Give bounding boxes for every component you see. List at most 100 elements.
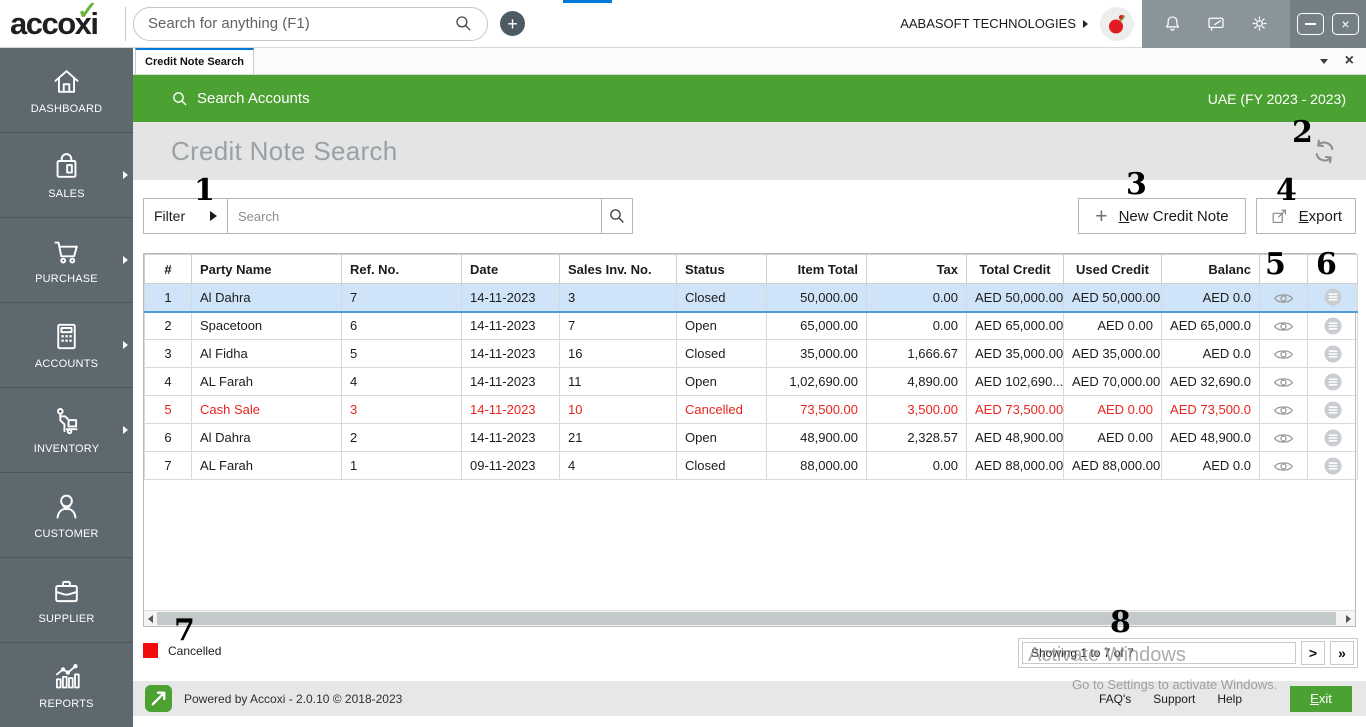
cell-tax: 0.00 [866,283,967,313]
row-actions-menu-button[interactable] [1307,423,1358,452]
global-search[interactable] [133,6,488,41]
faqs-link[interactable]: FAQ's [1099,692,1131,706]
view-credit-note-button[interactable] [1259,451,1308,480]
new-credit-note-button[interactable]: + New Credit Note [1078,198,1246,234]
accoxi-logo: accoxi ✓ [10,0,99,41]
search-accounts-icon [173,91,187,105]
cell-party: Cash Sale [191,395,342,424]
row-actions-menu-button[interactable] [1307,283,1358,313]
credit-note-row[interactable]: 4 AL Farah 4 14-11-2023 11 Open 1,02,690.00 4,8… [144,367,1358,396]
last-page-button[interactable]: » [1330,641,1354,665]
view-credit-note-button[interactable] [1259,367,1308,396]
credit-note-row[interactable]: 2 Spacetoon 6 14-11-2023 7 Open 65,000.00 0.00 A… [144,311,1358,340]
list-search-input[interactable] [228,198,602,234]
page-header: Credit Note Search [133,122,1366,180]
row-actions-menu-button[interactable] [1307,311,1358,340]
row-actions-menu-button[interactable] [1307,395,1358,424]
cell-total_credit: AED 88,000.00 [966,451,1064,480]
cell-used_credit: AED 70,000.00 [1063,367,1162,396]
cell-item_total: 48,900.00 [766,423,867,452]
sidebar-item-inventory[interactable]: INVENTORY [0,388,133,473]
scroll-right-arrow[interactable] [1342,611,1355,626]
header-sales-inv-no[interactable]: Sales Inv. No. [559,254,677,284]
cell-total_credit: AED 102,690.... [966,367,1064,396]
credit-note-row[interactable]: 5 Cash Sale 3 14-11-2023 10 Cancelled 73,500.0… [144,395,1358,424]
org-avatar[interactable] [1100,6,1134,41]
header-total-credit[interactable]: Total Credit [966,254,1064,284]
view-credit-note-button[interactable] [1259,339,1308,368]
sidebar-item-dashboard[interactable]: DASHBOARD [0,48,133,133]
row-actions-menu-button[interactable] [1307,339,1358,368]
header-party-name[interactable]: Party Name [191,254,342,284]
notifications-bell-icon[interactable] [1162,13,1183,34]
header-date[interactable]: Date [461,254,560,284]
search-icon[interactable] [454,14,473,33]
tab-close-icon[interactable]: × [1345,53,1354,69]
header-status[interactable]: Status [676,254,767,284]
global-search-input[interactable] [148,15,454,32]
list-toolbar: Filter + New Credit Note Export [143,198,1356,234]
row-menu-icon [1323,344,1342,363]
header-item-total[interactable]: Item Total [766,254,867,284]
header-num[interactable]: # [144,254,192,284]
cell-date: 14-11-2023 [461,339,560,368]
sidebar-item-sales[interactable]: SALES [0,133,133,218]
tab-credit-note-search[interactable]: Credit Note Search [135,48,255,74]
exit-button[interactable]: Exit [1290,685,1352,712]
organization-selector[interactable]: AABASOFT TECHNOLOGIES [900,16,1088,31]
cell-status: Open [676,367,767,396]
header-used-credit[interactable]: Used Credit [1063,254,1162,284]
close-button[interactable]: × [1332,12,1359,35]
cell-ref: 7 [341,283,462,313]
messages-chat-icon[interactable] [1205,13,1227,34]
credit-note-row[interactable]: 3 Al Fidha 5 14-11-2023 16 Closed 35,000.00 1,6… [144,339,1358,368]
row-actions-menu-button[interactable] [1307,451,1358,480]
support-link[interactable]: Support [1153,692,1195,706]
page-title: Credit Note Search [171,135,398,166]
logo-check-icon: ✓ [77,0,98,25]
view-credit-note-button[interactable] [1259,395,1308,424]
minimize-button[interactable] [1297,12,1324,35]
settings-gear-icon[interactable] [1249,13,1270,34]
refresh-icon[interactable] [1311,138,1338,165]
help-link[interactable]: Help [1217,692,1242,706]
list-search-button[interactable] [602,198,633,234]
view-credit-note-button[interactable] [1259,311,1308,340]
cell-used_credit: AED 0.00 [1063,311,1162,340]
view-credit-note-button[interactable] [1259,283,1308,313]
scrollbar-thumb[interactable] [157,612,1336,625]
next-page-button[interactable]: > [1301,641,1325,665]
header-ref-no[interactable]: Ref. No. [341,254,462,284]
header-balance[interactable]: Balanc [1161,254,1260,284]
tab-list-dropdown-icon[interactable] [1319,58,1328,64]
calculator-icon [57,323,76,350]
sidebar-item-accounts[interactable]: ACCOUNTS [0,303,133,388]
scroll-left-arrow[interactable] [144,611,157,626]
sidebar-item-supplier[interactable]: SUPPLIER [0,558,133,643]
quick-add-button[interactable]: + [500,11,525,36]
filter-button[interactable]: Filter [143,198,228,234]
header-actions-column [1307,254,1358,284]
cell-num: 1 [144,283,192,313]
credit-note-row[interactable]: 6 Al Dahra 2 14-11-2023 21 Open 48,900.00 2,328… [144,423,1358,452]
sidebar-item-customer[interactable]: CUSTOMER [0,473,133,558]
row-actions-menu-button[interactable] [1307,367,1358,396]
sidebar-item-reports[interactable]: REPORTS [0,643,133,727]
horizontal-scrollbar[interactable] [144,610,1355,626]
export-button[interactable]: Export [1255,198,1356,234]
header-tax[interactable]: Tax [866,254,967,284]
cell-status: Open [676,311,767,340]
sidebar-item-purchase[interactable]: PURCHASE [0,218,133,303]
credit-note-row[interactable]: 7 AL Farah 1 09-11-2023 4 Closed 88,000.00 0.00… [144,451,1358,480]
cell-ref: 4 [341,367,462,396]
view-credit-note-button[interactable] [1259,423,1308,452]
module-banner: Search Accounts UAE (FY 2023 - 2023) [133,75,1366,122]
view-eye-icon [1273,322,1294,332]
cell-item_total: 50,000.00 [766,283,867,313]
fiscal-year-label: UAE (FY 2023 - 2023) [1207,90,1346,107]
cell-date: 14-11-2023 [461,283,560,313]
submenu-arrow-icon [123,171,128,179]
cell-tax: 4,890.00 [866,367,967,396]
credit-note-row[interactable]: 1 Al Dahra 7 14-11-2023 3 Closed 50,000.00 0.00… [144,283,1358,313]
cell-inv: 7 [559,311,677,340]
